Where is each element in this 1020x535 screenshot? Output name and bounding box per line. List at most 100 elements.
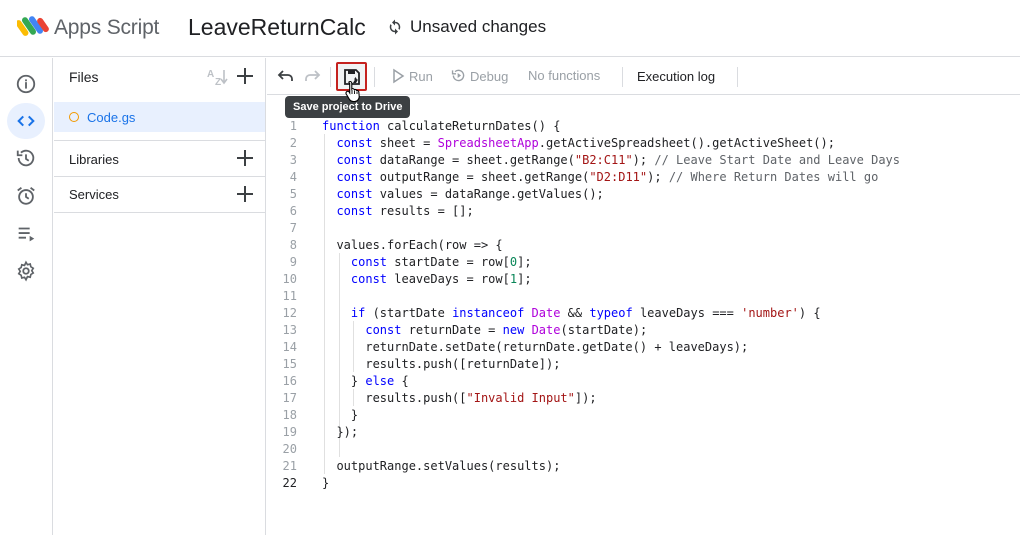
redo-icon[interactable] [302, 66, 322, 86]
code-editor[interactable]: 1 function calculateReturnDates() { 2 cons… [267, 96, 1020, 535]
sync-icon [389, 19, 401, 35]
libraries-section[interactable]: Libraries [54, 140, 265, 176]
file-name: Code.gs [87, 110, 136, 125]
gear-icon [17, 260, 35, 282]
divider [54, 212, 265, 213]
code-line[interactable]: 12 if (startDate instanceof Date && type… [267, 305, 1020, 322]
line-number: 7 [289, 221, 297, 235]
code-text: const results = []; [336, 204, 474, 218]
toolbar-separator [374, 67, 375, 87]
undo-icon[interactable] [276, 66, 296, 86]
settings-button[interactable] [7, 253, 45, 289]
libraries-label: Libraries [69, 152, 119, 167]
code-line[interactable]: 4 const outputRange = sheet.getRange("D2… [267, 169, 1020, 186]
code-line[interactable]: 7 [267, 220, 1020, 237]
code-text: results.push([returnDate]); [322, 357, 561, 371]
code-text: const values = dataRange.getValues(); [336, 187, 604, 201]
line-number: 15 [282, 357, 297, 371]
add-file-icon[interactable] [233, 64, 257, 88]
line-number: 11 [282, 289, 297, 303]
code-text: const leaveDays = row[1]; [350, 272, 532, 286]
code-text: function calculateReturnDates() { [322, 119, 561, 133]
toolbar-separator [330, 67, 331, 87]
code-line[interactable]: 5 const values = dataRange.getValues(); [267, 186, 1020, 203]
app-header: Apps Script LeaveReturnCalc Unsaved chan… [0, 0, 1020, 57]
debug-icon[interactable] [450, 67, 467, 84]
code-line[interactable]: 8 values.forEach(row => { [267, 237, 1020, 254]
line-number: 12 [282, 306, 297, 320]
line-number: 21 [282, 459, 297, 473]
code-text: const outputRange = sheet.getRange("D2:D… [336, 170, 879, 184]
code-line[interactable]: 14 returnDate.setDate(returnDate.getDate… [267, 339, 1020, 356]
project-title[interactable]: LeaveReturnCalc [188, 14, 366, 41]
code-line[interactable]: 3 const dataRange = sheet.getRange("B2:C… [267, 152, 1020, 169]
services-section[interactable]: Services [54, 176, 265, 212]
code-line[interactable]: 21 outputRange.setValues(results); [267, 458, 1020, 475]
runs-button[interactable] [7, 216, 45, 252]
triggers-button[interactable] [7, 178, 45, 214]
code-text: } [322, 476, 330, 490]
left-nav-rail [0, 58, 53, 535]
line-number: 8 [289, 238, 297, 252]
line-number: 14 [282, 340, 297, 354]
code-line[interactable]: 18 } [267, 407, 1020, 424]
line-number: 18 [282, 408, 297, 422]
add-service-icon[interactable] [233, 182, 257, 206]
save-status: Unsaved changes [386, 17, 546, 37]
code-text: const dataRange = sheet.getRange("B2:C11… [336, 153, 900, 167]
code-text: if (startDate instanceof Date && typeof … [350, 306, 821, 320]
executions-button[interactable] [7, 140, 45, 176]
history-icon [16, 149, 35, 167]
code-line[interactable]: 6 const results = []; [267, 203, 1020, 220]
line-number: 13 [282, 323, 297, 337]
line-number: 1 [289, 119, 297, 133]
line-number: 4 [289, 170, 297, 184]
code-text: returnDate.setDate(returnDate.getDate() … [322, 340, 749, 354]
editor-toolbar: Run Debug No functions Execution log [267, 58, 1020, 95]
code-line[interactable]: 15 results.push([returnDate]); [267, 356, 1020, 373]
line-number: 19 [282, 425, 297, 439]
code-line[interactable]: 13 const returnDate = new Date(startDate… [267, 322, 1020, 339]
apps-script-logo-icon[interactable] [17, 13, 49, 41]
line-number: 22 [282, 476, 297, 490]
services-label: Services [69, 187, 119, 202]
save-status-text: Unsaved changes [410, 17, 547, 36]
code-line[interactable]: 10 const leaveDays = row[1]; [267, 271, 1020, 288]
code-text: }); [322, 425, 359, 439]
overview-button[interactable] [7, 66, 45, 102]
unsaved-dot-icon [69, 112, 79, 122]
add-library-icon[interactable] [233, 146, 257, 170]
code-text: values.forEach(row => { [322, 238, 503, 252]
info-icon [16, 74, 36, 94]
line-number: 17 [282, 391, 297, 405]
code-line[interactable]: 19 }); [267, 424, 1020, 441]
debug-button[interactable]: Debug [470, 69, 508, 84]
code-text: outputRange.setValues(results); [322, 459, 561, 473]
code-line[interactable]: 20 [267, 441, 1020, 458]
code-line[interactable]: 16 } else { [267, 373, 1020, 390]
run-button[interactable]: Run [409, 69, 433, 84]
code-line[interactable]: 11 [267, 288, 1020, 305]
file-item-code-gs[interactable]: Code.gs [54, 102, 265, 132]
sort-az-icon[interactable]: A Z [206, 66, 230, 88]
svg-text:Z: Z [215, 77, 221, 88]
run-play-icon[interactable] [390, 68, 406, 84]
app-name[interactable]: Apps Script [54, 16, 159, 40]
execution-log-button[interactable]: Execution log [637, 69, 715, 84]
code-text: const startDate = row[0]; [350, 255, 532, 269]
code-text: results.push(["Invalid Input"]); [322, 391, 597, 405]
files-label: Files [69, 69, 99, 85]
editor-button[interactable] [7, 103, 45, 139]
line-number: 5 [289, 187, 297, 201]
line-number: 9 [289, 255, 297, 269]
code-line[interactable]: 17 results.push(["Invalid Input"]); [267, 390, 1020, 407]
function-selector[interactable]: No functions [528, 68, 600, 83]
playlist-icon [18, 227, 35, 242]
code-line[interactable]: 1 function calculateReturnDates() { [267, 118, 1020, 135]
svg-text:A: A [207, 69, 214, 80]
code-line[interactable]: 2 const sheet = SpreadsheetApp.getActive… [267, 135, 1020, 152]
code-text: const returnDate = new Date(startDate); [365, 323, 648, 337]
code-icon [17, 115, 35, 127]
code-line[interactable]: 9 const startDate = row[0]; [267, 254, 1020, 271]
code-line[interactable]: 22} [267, 475, 1020, 492]
